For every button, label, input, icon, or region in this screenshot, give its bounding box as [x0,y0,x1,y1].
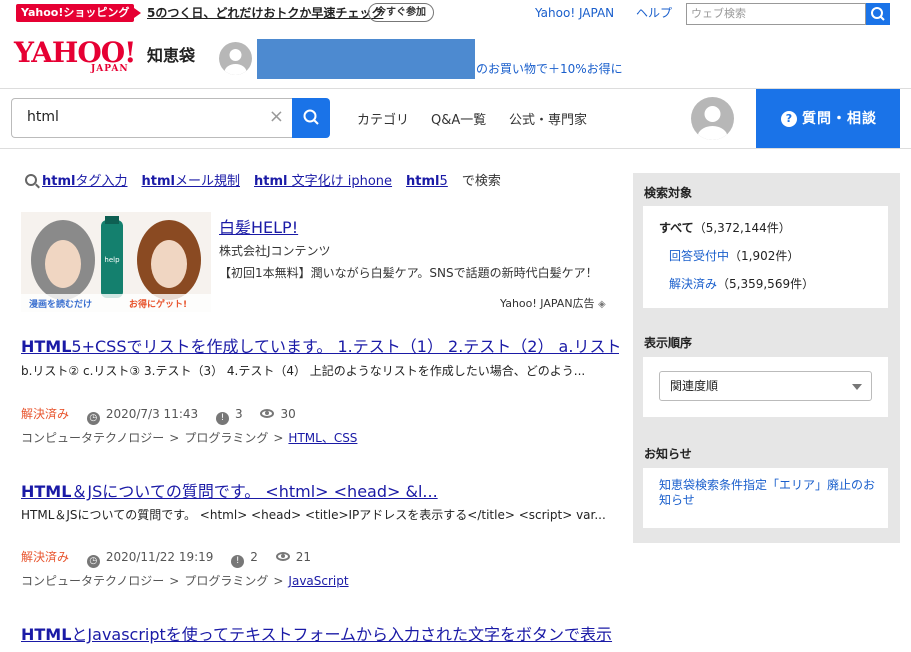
question-icon: ? [781,111,797,127]
web-search-button[interactable] [866,3,890,25]
sort-heading: 表示順序 [644,336,693,350]
answer-count: 3 [234,407,243,421]
breadcrumb-category: コンピュータテクノロジー [21,431,165,445]
related-search-link[interactable]: html 文字化け iphone [254,174,392,189]
user-icon [697,106,728,140]
side-panel: 検索対象 すべて（5,372,144件） 回答受付中（1,902件） 解決済み（… [633,173,900,543]
view-count: 21 [295,550,311,564]
clock-icon: ◷ [86,412,100,425]
promo-link[interactable]: 5のつく日、どれだけおトクか早速チェック [147,4,383,22]
exclamation-icon: ! [231,555,245,568]
web-search-input[interactable]: ウェブ検索 [686,3,866,25]
search-value: html [27,109,59,125]
ad-image[interactable]: help 漫画を読むだけ お得にゲット! [21,212,211,312]
user-avatar-small[interactable] [219,42,252,75]
search-input[interactable]: html × [11,98,292,138]
related-search-link[interactable]: html5 [406,174,448,189]
search-icon [303,109,319,125]
user-avatar[interactable] [691,97,734,140]
status-badge: 解決済み [21,550,70,564]
help-link[interactable]: ヘルプ [636,5,672,21]
nav-qa-list[interactable]: Q&A一覧 [431,109,486,128]
result-title-link[interactable]: HTMLとJavascriptを使ってテキストフォームから入力された文字をボタン… [21,621,619,645]
exclamation-icon: ! [215,412,229,425]
yahoo-japan-link[interactable]: Yahoo! JAPAN [535,5,614,21]
eye-icon [275,552,290,561]
ask-question-button[interactable]: ? 質問・相談 [756,89,900,148]
shopping-badge[interactable]: Yahoo!ショッピング [16,4,142,22]
chiebukuro-logo[interactable]: 知恵袋 [147,42,195,66]
ad-label[interactable]: Yahoo! JAPAN広告 ◈ [500,295,606,311]
sort-box: 関連度順 [643,357,888,417]
breadcrumb-category: コンピュータテクノロジー [21,574,165,588]
breadcrumb: コンピュータテクノロジー > プログラミング > JavaScript [21,574,349,588]
nav-official[interactable]: 公式・専門家 [509,109,587,128]
breadcrumb-link[interactable]: JavaScript [288,574,348,588]
filter-solved[interactable]: 解決済み（5,359,569件） [669,275,814,292]
eye-icon [260,409,275,418]
chevron-down-icon [852,384,862,390]
logo-sub-text: JAPAN [91,64,129,74]
result-title-link[interactable]: HTML5+CSSでリストを作成しています。 1.テスト（1） 2.テスト（2）… [21,333,619,357]
svg-text:help: help [104,256,120,264]
view-count: 30 [280,407,296,421]
shopping-promo-link[interactable]: のお買い物で＋10%お得に [476,60,623,77]
breadcrumb: コンピュータテクノロジー > プログラミング > HTML、CSS [21,431,358,445]
info-icon: ◈ [598,299,606,310]
status-badge: 解決済み [21,407,70,421]
notice-link[interactable]: 知恵袋検索条件指定「エリア」廃止のお知らせ [659,478,879,508]
ad-company: 株式会社Jコンテンツ [219,244,331,258]
clock-icon: ◷ [86,555,100,568]
divider [0,148,911,149]
search-target-box: すべて（5,372,144件） 回答受付中（1,902件） 解決済み（5,359… [643,206,888,308]
search-icon [25,174,37,186]
notice-heading: お知らせ [644,447,692,461]
redacted-user-area [257,39,475,79]
related-search-link[interactable]: htmlメール規制 [142,174,241,189]
breadcrumb-subcategory: プログラミング [184,574,269,588]
search-suffix: で検索 [461,174,501,189]
svg-text:漫画を読むだけ: 漫画を読むだけ [29,298,92,310]
result-snippet: b.リスト② c.リスト③ 3.テスト（3） 4.テスト（4） 上記のようなリス… [21,364,586,378]
breadcrumb-link[interactable]: HTML、CSS [288,431,357,445]
filter-all[interactable]: すべて（5,372,144件） [659,219,791,236]
yahoo-japan-logo[interactable]: YAHOO! JAPAN [14,38,144,78]
search-icon [871,7,885,21]
result-meta: 解決済み ◷ 2020/7/3 11:43 ! 3 30 [21,405,296,425]
notice-box: 知恵袋検索条件指定「エリア」廃止のお知らせ [643,468,888,528]
filter-open[interactable]: 回答受付中（1,902件） [669,247,799,264]
answer-count: 2 [250,550,258,564]
ad-label-text: Yahoo! JAPAN広告 [500,297,595,310]
search-button[interactable] [292,98,330,138]
ad-title-link[interactable]: 白髪HELP! [219,214,298,238]
sort-select[interactable]: 関連度順 [659,371,872,401]
ad-image-art: help 漫画を読むだけ お得にゲット! [21,212,211,312]
sort-value: 関連度順 [670,379,719,393]
result-title-link[interactable]: HTML＆JSについての質問です。 <html> <head> &l... [21,478,619,502]
result-snippet: HTML＆JSについての質問です。 <html> <head> <title>I… [21,508,606,522]
result-date: 2020/11/22 19:19 [105,550,214,564]
user-icon [224,49,247,75]
result-meta: 解決済み ◷ 2020/11/22 19:19 ! 2 21 [21,548,311,568]
clear-icon[interactable]: × [269,107,284,127]
breadcrumb-subcategory: プログラミング [184,431,269,445]
join-now-button[interactable]: 今すぐ参加 [368,3,434,22]
ask-label: 質問・相談 [802,111,877,127]
nav-category[interactable]: カテゴリ [357,109,409,128]
svg-text:お得にゲット!: お得にゲット! [129,298,187,310]
result-date: 2020/7/3 11:43 [105,407,199,421]
related-searches: htmlタグ入力 htmlメール規制 html 文字化け iphone html5 で検… [25,173,501,191]
related-search-link[interactable]: htmlタグ入力 [42,174,128,189]
search-target-heading: 検索対象 [644,186,693,200]
ad-description: 【初回1本無料】潤いながら白髪ケア。SNSで話題の新時代白髪ケア！ [219,266,598,280]
